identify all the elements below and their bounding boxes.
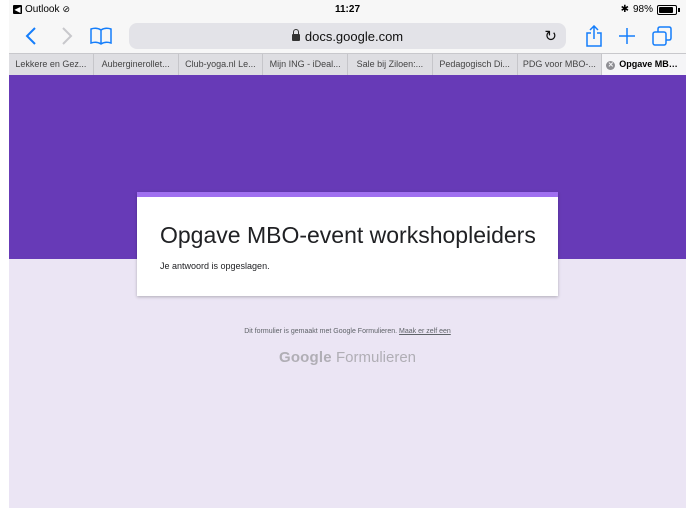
lock-icon	[291, 29, 300, 41]
back-button[interactable]	[21, 22, 41, 50]
chevron-left-icon	[25, 27, 36, 45]
new-tab-button[interactable]	[616, 22, 638, 50]
share-icon	[586, 25, 602, 47]
tab-pedagogisch[interactable]: Pedagogisch Di...	[433, 54, 518, 75]
tab-pdg-mbo[interactable]: PDG voor MBO-...	[518, 54, 603, 75]
bookmarks-button[interactable]	[89, 22, 113, 50]
forward-button[interactable]	[57, 22, 77, 50]
battery-level	[659, 6, 673, 13]
tab-bar: Lekkere en Gez... Auberginerollet... Clu…	[9, 53, 686, 75]
battery-tip	[678, 7, 680, 12]
plus-icon	[619, 28, 635, 44]
footer-note: Dit formulier is gemaakt met Google Form…	[9, 328, 686, 335]
tab-sale-ziloen[interactable]: Sale bij Ziloen:...	[348, 54, 433, 75]
tab-auberginerollet[interactable]: Auberginerollet...	[94, 54, 179, 75]
ipad-screen: ◀ Outlook ⊘ 11:27 ✱ 98% docs.google.com …	[9, 0, 686, 508]
tab-opgave-mbo-label: Opgave MBO...	[619, 59, 684, 69]
url-text: docs.google.com	[304, 29, 404, 44]
url-display: docs.google.com	[129, 29, 566, 44]
book-icon	[90, 27, 112, 45]
battery-percent: 98%	[632, 4, 653, 15]
status-indicators: ✱ 98%	[621, 4, 680, 15]
confirmation-message: Je antwoord is opgeslagen.	[160, 261, 270, 271]
tabs-icon	[652, 26, 672, 46]
footer-note-text: Dit formulier is gemaakt met Google Form…	[244, 328, 398, 335]
safari-toolbar: docs.google.com ↻	[9, 20, 686, 53]
tab-lekkere[interactable]: Lekkere en Gez...	[9, 54, 94, 75]
share-button[interactable]	[583, 22, 605, 50]
create-own-form-link[interactable]: Maak er zelf een	[399, 328, 451, 335]
status-bar: ◀ Outlook ⊘ 11:27 ✱ 98%	[9, 0, 686, 20]
tab-mijn-ing[interactable]: Mijn ING - iDeal...	[263, 54, 348, 75]
reload-icon[interactable]: ↻	[544, 27, 557, 45]
tabs-overview-button[interactable]	[651, 22, 673, 50]
google-forms-logo: Google Formulieren	[9, 349, 686, 366]
brand-product: Formulieren	[336, 349, 417, 366]
confirmation-card: Opgave MBO-event workshopleiders Je antw…	[137, 192, 558, 296]
address-bar[interactable]: docs.google.com ↻	[129, 23, 566, 49]
brand-google: Google	[278, 349, 332, 366]
tab-club-yoga[interactable]: Club-yoga.nl Le...	[179, 54, 264, 75]
form-title: Opgave MBO-event workshopleiders	[160, 222, 536, 248]
close-tab-icon[interactable]: ✕	[606, 61, 616, 70]
bluetooth-icon: ✱	[620, 4, 629, 15]
chevron-right-icon	[62, 27, 73, 45]
tab-opgave-mbo[interactable]: ✕ Opgave MBO...	[602, 54, 686, 75]
status-time: 11:27	[334, 4, 361, 15]
battery-icon	[657, 4, 677, 15]
